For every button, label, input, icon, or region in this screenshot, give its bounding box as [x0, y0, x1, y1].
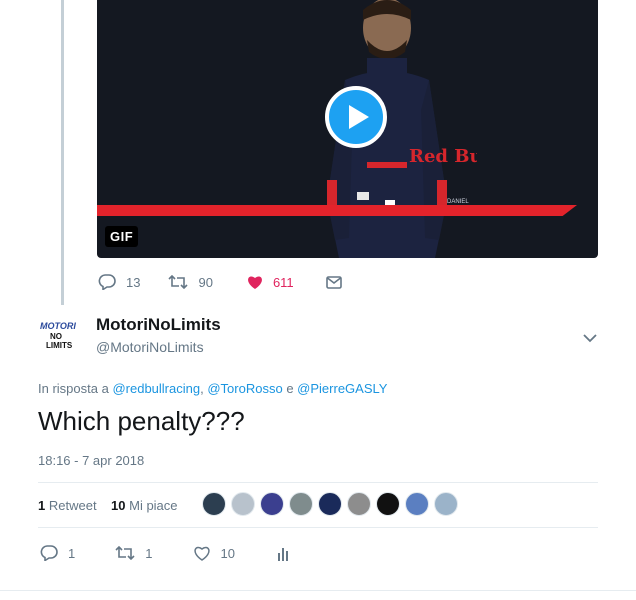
thread-line — [61, 0, 64, 305]
liker-avatar[interactable] — [405, 492, 429, 516]
parent-reply-button[interactable]: 13 — [98, 274, 140, 290]
analytics-icon — [277, 547, 288, 561]
envelope-icon — [325, 275, 342, 289]
reply-icon — [98, 274, 116, 290]
more-options-button[interactable] — [583, 330, 597, 348]
bottom-border — [0, 590, 636, 591]
suit-name-patch: DANIEL — [447, 199, 469, 205]
liker-avatar[interactable] — [318, 492, 342, 516]
likers-avatars — [202, 492, 463, 516]
like-stat-label[interactable]: Mi piace — [129, 498, 177, 513]
avatar-text-1: MOTORI — [40, 321, 76, 331]
liker-avatar[interactable] — [289, 492, 313, 516]
reply-button[interactable]: 1 — [40, 545, 75, 561]
tweet-actions: 1 1 10 — [40, 545, 289, 561]
play-icon — [349, 105, 369, 129]
parent-actions: 13 90 611 — [98, 274, 342, 290]
reply-count: 1 — [68, 545, 76, 561]
driver-figure: Red Bull DANIEL — [327, 0, 477, 258]
reply-context: In risposta a @redbullracing, @ToroRosso… — [38, 381, 387, 396]
liker-avatar[interactable] — [202, 492, 226, 516]
play-button[interactable] — [325, 86, 387, 148]
retweet-icon — [168, 275, 189, 289]
reply-user-link[interactable]: @ToroRosso — [207, 381, 282, 396]
liker-avatar[interactable] — [231, 492, 255, 516]
parent-retweet-button[interactable]: 90 — [168, 274, 213, 290]
retweet-button[interactable]: 1 — [115, 546, 152, 561]
like-stat-count[interactable]: 10 — [111, 498, 125, 513]
chevron-down-icon — [583, 334, 597, 343]
parent-dm-button[interactable] — [325, 275, 342, 289]
reply-user-link[interactable]: @PierreGASLY — [297, 381, 387, 396]
like-count: 10 — [220, 545, 235, 561]
liker-avatar[interactable] — [434, 492, 458, 516]
avatar-text-3: LIMITS — [46, 341, 73, 350]
retweet-count: 1 — [145, 545, 153, 561]
parent-like-button[interactable]: 611 — [247, 275, 294, 290]
analytics-button[interactable] — [277, 546, 289, 561]
avatar-text-2: NO — [50, 332, 62, 341]
liker-avatar[interactable] — [260, 492, 284, 516]
red-stripe — [97, 205, 577, 216]
reply-user-link[interactable]: @redbullracing — [112, 381, 200, 396]
avatar[interactable]: MOTORI NO LIMITS — [36, 313, 84, 361]
gif-badge: GIF — [105, 226, 139, 247]
like-button[interactable]: 10 — [194, 545, 235, 561]
tweet-timestamp[interactable]: 18:16 - 7 apr 2018 — [38, 453, 144, 468]
reply-icon — [40, 545, 58, 561]
gif-media[interactable]: Red Bull DANIEL GIF — [97, 0, 598, 258]
tweet-stats: 1 Retweet 10 Mi piace — [38, 498, 178, 513]
display-name[interactable]: MotoriNoLimits — [96, 315, 221, 335]
parent-like-count: 611 — [272, 274, 294, 290]
reply-separator: , — [200, 381, 204, 396]
heart-icon — [194, 546, 211, 561]
reply-and: e — [286, 381, 294, 396]
liker-avatar[interactable] — [347, 492, 371, 516]
tweet-text: Which penalty??? — [38, 406, 245, 436]
retweet-stat-label[interactable]: Retweet — [49, 498, 97, 513]
retweet-stat-count[interactable]: 1 — [38, 498, 45, 513]
divider — [38, 482, 598, 483]
user-handle[interactable]: @MotoriNoLimits — [96, 339, 204, 355]
reply-prefix: In risposta a — [38, 381, 109, 396]
heart-filled-icon — [248, 275, 262, 289]
parent-retweet-count: 90 — [198, 274, 213, 290]
retweet-icon — [115, 546, 135, 560]
suit-logo-text: Red Bull — [409, 146, 477, 167]
divider — [38, 527, 598, 528]
liker-avatar[interactable] — [376, 492, 400, 516]
parent-reply-count: 13 — [126, 274, 141, 290]
